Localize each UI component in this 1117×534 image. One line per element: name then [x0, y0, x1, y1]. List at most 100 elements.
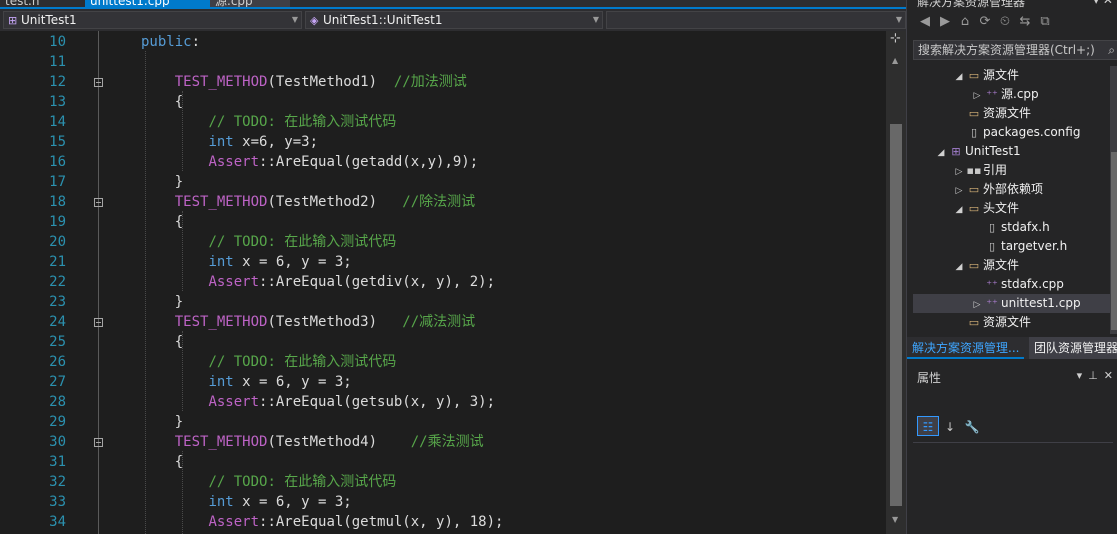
line-number: 29 — [49, 414, 66, 430]
code-line[interactable]: // TODO: 在此输入测试代码 — [141, 232, 396, 252]
code-line[interactable]: Assert::AreEqual(getsub(x, y), 3); — [141, 392, 495, 412]
code-line[interactable]: { — [141, 332, 183, 352]
solution-search-input[interactable]: 搜索解决方案资源管理器(Ctrl+;) ⌕ — [913, 40, 1117, 60]
swap-icon[interactable]: ⇆ — [1015, 14, 1035, 29]
code-line[interactable]: // TODO: 在此输入测试代码 — [141, 352, 396, 372]
split-window-icon[interactable]: ⊹ — [890, 32, 901, 45]
scrollbar-thumb[interactable] — [1111, 152, 1117, 330]
code-line[interactable]: { — [141, 212, 183, 232]
line-number: 17 — [49, 174, 66, 190]
tree-item[interactable]: ▭ 资源文件 — [913, 104, 1117, 123]
code-line[interactable]: int x = 6, y = 3; — [141, 492, 351, 512]
line-number: 18 — [49, 194, 66, 210]
tree-item[interactable]: ◢ ▭ 头文件 — [913, 199, 1117, 218]
document-tab-strip: test.h unittest1.cpp 源.cpp — [0, 0, 906, 9]
categorized-icon[interactable]: ☷ — [917, 416, 939, 436]
code-line[interactable]: // TODO: 在此输入测试代码 — [141, 472, 396, 492]
collapse-toggle-icon[interactable] — [94, 198, 103, 207]
tree-item[interactable]: ⁺⁺ stdafx.cpp — [913, 275, 1117, 294]
collapse-toggle-icon[interactable] — [94, 438, 103, 447]
collapse-toggle-icon[interactable] — [94, 78, 103, 87]
line-number: 19 — [49, 214, 66, 230]
code-line[interactable]: // TODO: 在此输入测试代码 — [141, 112, 396, 132]
tree-item[interactable]: ◢ ▭ 源文件 — [913, 66, 1117, 85]
member-dropdown[interactable]: ▼ — [606, 11, 906, 29]
navigation-bar: ⊞ UnitTest1 ▼ ◈ UnitTest1::UnitTest1 ▼ ▼ — [0, 9, 906, 31]
code-line[interactable]: { — [141, 92, 183, 112]
scroll-down-icon[interactable]: ▼ — [892, 515, 898, 524]
scroll-up-icon[interactable]: ▲ — [892, 56, 898, 65]
code-line[interactable]: int x = 6, y = 3; — [141, 372, 351, 392]
code-line[interactable]: TEST_METHOD(TestMethod1) //加法测试 — [141, 72, 467, 92]
scope-dropdown[interactable]: ◈ UnitTest1::UnitTest1 ▼ — [305, 11, 603, 29]
tree-item[interactable]: ▯ targetver.h — [913, 237, 1117, 256]
tree-item[interactable]: ▷ ▪▪ 引用 — [913, 161, 1117, 180]
line-number: 21 — [49, 254, 66, 270]
line-number: 25 — [49, 334, 66, 350]
pin-icon[interactable]: ⊥ — [1088, 369, 1098, 382]
code-line[interactable]: } — [141, 172, 183, 192]
code-line[interactable]: int x = 6, y = 3; — [141, 252, 351, 272]
class-icon: ◈ — [310, 14, 319, 27]
code-line[interactable]: } — [141, 412, 183, 432]
line-number: 34 — [49, 514, 66, 530]
tree-item[interactable]: ▯ stdafx.h — [913, 218, 1117, 237]
solution-explorer-toolbar: ◀ ▶ ⌂ ⟳ ⏲ ⇆ ⧉ — [915, 14, 1055, 34]
properties-divider — [913, 442, 1113, 443]
tab-team-explorer[interactable]: 团队资源管理器 — [1029, 337, 1117, 359]
project-dropdown[interactable]: ⊞ UnitTest1 ▼ — [3, 11, 302, 29]
tree-item-label: unittest1.cpp — [1001, 296, 1081, 310]
line-number: 30 — [49, 434, 66, 450]
tree-item[interactable]: ▯ packages.config — [913, 123, 1117, 142]
tree-item[interactable]: ◢ ▭ 源文件 — [913, 256, 1117, 275]
code-line[interactable]: TEST_METHOD(TestMethod2) //除法测试 — [141, 192, 475, 212]
code-line[interactable]: Assert::AreEqual(getadd(x,y),9); — [141, 152, 478, 172]
code-line[interactable]: int x=6, y=3; — [141, 132, 318, 152]
search-icon[interactable]: ⌕ — [1108, 41, 1115, 59]
scrollbar-thumb[interactable] — [890, 124, 902, 506]
tree-item[interactable]: ▷ ⁺⁺ unittest1.cpp — [913, 294, 1117, 313]
line-number: 22 — [49, 274, 66, 290]
code-line[interactable]: public: — [141, 32, 200, 52]
close-icon[interactable]: ✕ — [1104, 369, 1113, 382]
code-line[interactable]: } — [141, 292, 183, 312]
tree-item[interactable]: ▷ ▭ 外部依赖项 — [913, 180, 1117, 199]
editor-vertical-scrollbar[interactable]: ⊹ ▲ ▼ — [886, 31, 906, 534]
home-icon[interactable]: ⌂ — [955, 14, 975, 29]
tree-vertical-scrollbar[interactable] — [1110, 66, 1117, 334]
properties-title: 属性 — [917, 371, 942, 385]
tree-item[interactable]: ◢ ⊞ UnitTest1 — [913, 142, 1117, 161]
tree-item-label: 源文件 — [983, 258, 1020, 272]
code-line[interactable]: TEST_METHOD(TestMethod3) //减法测试 — [141, 312, 475, 332]
panel-controls[interactable]: ▾ ✕ — [1093, 0, 1113, 7]
project-dropdown-value: UnitTest1 — [21, 13, 77, 27]
code-editor[interactable]: 10 public: 11 12 TEST_METHOD(TestMethod1) /… — [0, 31, 886, 534]
solution-search-placeholder: 搜索解决方案资源管理器(Ctrl+;) — [918, 43, 1095, 57]
line-number: 14 — [49, 114, 66, 130]
folder-icon: ▭ — [968, 202, 980, 215]
line-number: 12 — [49, 74, 66, 90]
tree-item[interactable]: ▭ 资源文件 — [913, 313, 1117, 332]
collapse-all-icon[interactable]: ⧉ — [1035, 14, 1055, 29]
dropdown-icon[interactable]: ▾ — [1077, 369, 1083, 382]
chevron-down-icon: ▼ — [895, 15, 902, 24]
code-line[interactable]: Assert::AreEqual(getdiv(x, y), 2); — [141, 272, 495, 292]
tree-item[interactable]: ▷ ⁺⁺ 源.cpp — [913, 85, 1117, 104]
pending-changes-icon[interactable]: ⏲ — [995, 14, 1015, 29]
sync-icon[interactable]: ⟳ — [975, 14, 995, 29]
forward-icon[interactable]: ▶ — [935, 14, 955, 29]
properties-toolbar: ☷ ↓ 🔧 — [917, 416, 983, 436]
code-line[interactable]: Assert::AreEqual(getmul(x, y), 18); — [141, 512, 503, 532]
property-pages-icon[interactable]: 🔧 — [961, 417, 983, 437]
alphabetical-sort-icon[interactable]: ↓ — [939, 417, 961, 437]
tab-solution-explorer[interactable]: 解决方案资源管理... — [907, 337, 1025, 359]
tree-item-label: UnitTest1 — [965, 144, 1021, 158]
line-number: 13 — [49, 94, 66, 110]
solution-tree: ◢ ▭ 源文件 ▷ ⁺⁺ 源.cpp ▭ 资源文件 ▯ packages.config ◢ ⊞ Unit… — [913, 66, 1117, 334]
outline-margin-line — [98, 31, 99, 534]
code-line[interactable]: { — [141, 452, 183, 472]
code-line[interactable]: TEST_METHOD(TestMethod4) //乘法测试 — [141, 432, 484, 452]
line-number: 26 — [49, 354, 66, 370]
collapse-toggle-icon[interactable] — [94, 318, 103, 327]
back-icon[interactable]: ◀ — [915, 14, 935, 29]
